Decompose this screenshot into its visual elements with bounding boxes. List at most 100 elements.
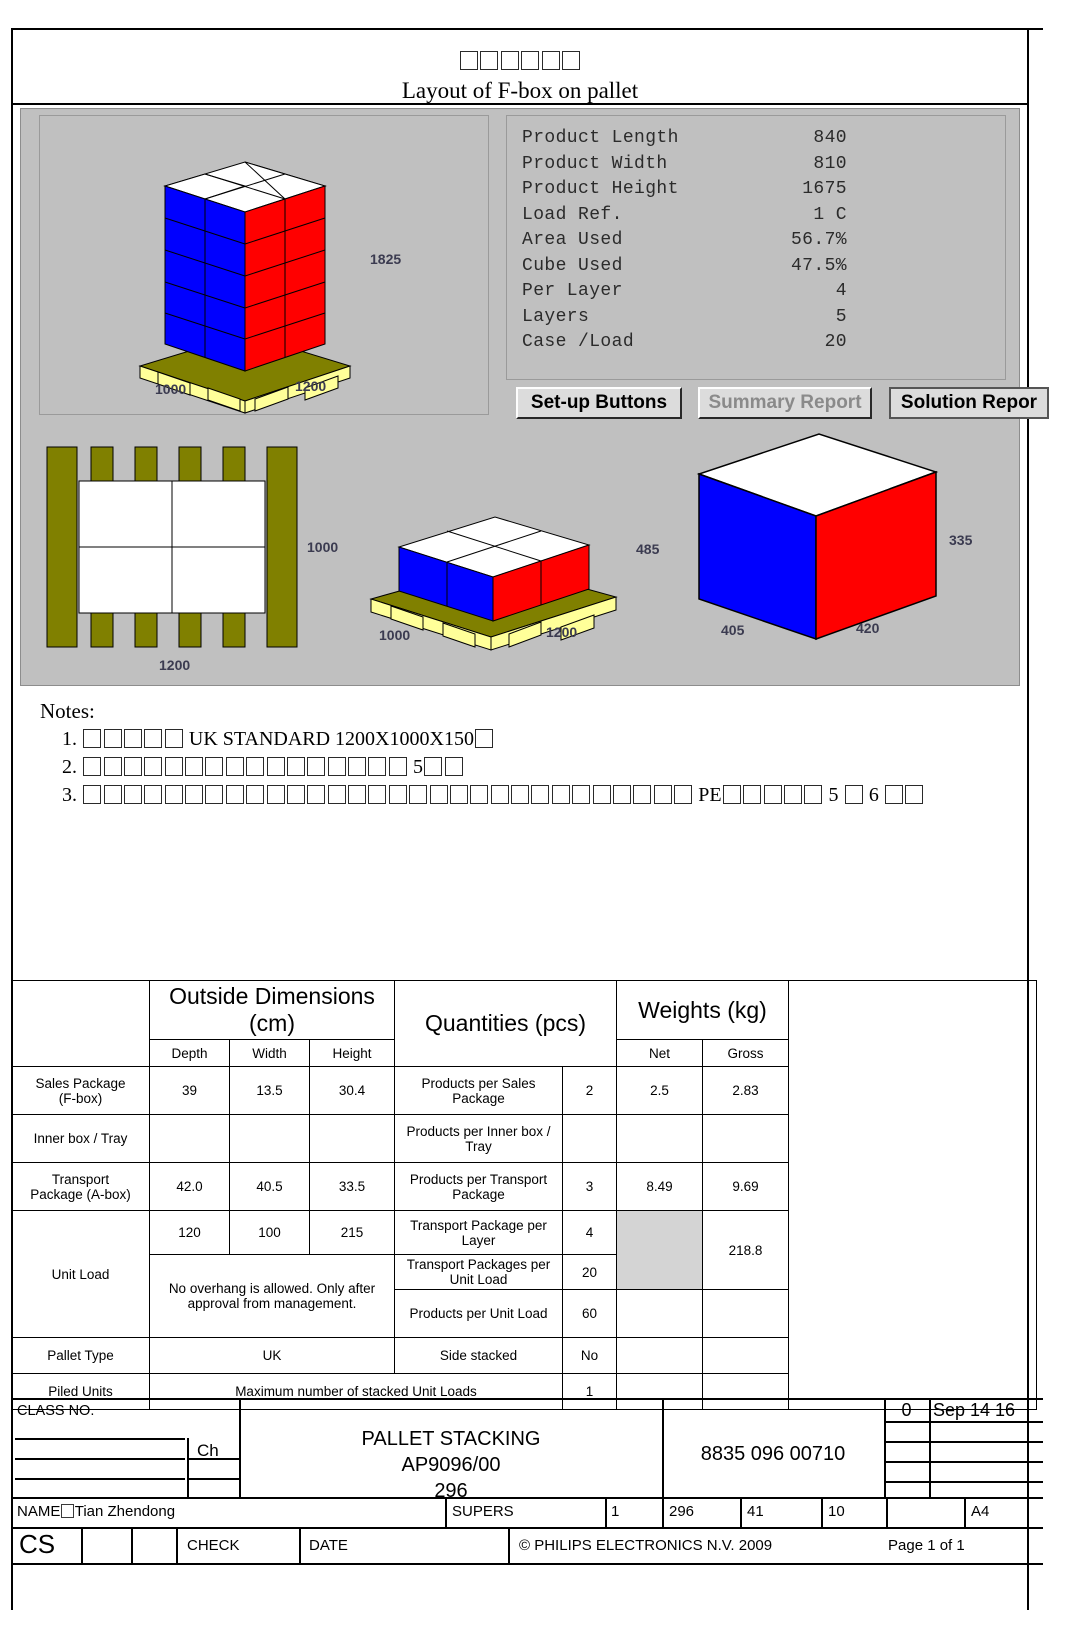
cell-empty-net xyxy=(616,1289,703,1338)
header-weights: Weights (kg) xyxy=(616,980,789,1040)
tofu-glyph xyxy=(763,785,782,804)
tofu-glyph xyxy=(592,785,611,804)
bs1-vline-3 xyxy=(662,1497,664,1528)
notes-list: UK STANDARD 1200X1000X150 5 PE 5 6 xyxy=(40,726,1000,808)
notes-heading: Notes: xyxy=(40,699,95,723)
cell-depth xyxy=(149,1114,230,1163)
cell-depth: 39 xyxy=(149,1066,230,1115)
table-right-empty xyxy=(788,980,1037,1410)
name-label-group: NAME Tian Zhendong xyxy=(17,1503,175,1520)
info-row: Product Height 1675 xyxy=(522,177,999,203)
single-layer-3d-view: 485 1000 1200 xyxy=(351,479,671,659)
subheader-height: Height xyxy=(309,1039,395,1067)
cell-height: 30.4 xyxy=(309,1066,395,1115)
dim-stack-depth: 1000 xyxy=(155,381,187,397)
cell-pallet-type-value: UK xyxy=(149,1337,395,1374)
info-label: Product Width xyxy=(522,153,668,174)
cs-label: CS xyxy=(19,1529,56,1559)
row-label-pallet-type: Pallet Type xyxy=(11,1337,150,1374)
row-label-unit-load: Unit Load xyxy=(11,1210,150,1338)
tofu-glyph xyxy=(511,785,530,804)
tofu-glyph xyxy=(103,757,122,776)
bs2-vline-3 xyxy=(176,1528,178,1564)
tofu-glyph xyxy=(449,785,468,804)
table-header-row-groups: Outside Dimensions (cm) Quantities (pcs)… xyxy=(11,980,1037,1410)
tofu-glyph xyxy=(348,785,367,804)
tofu-glyph xyxy=(561,51,580,70)
info-row: Load Ref. 1 C xyxy=(522,203,999,229)
header-outside-dimensions: Outside Dimensions (cm) xyxy=(149,980,395,1040)
col-296-value: 296 xyxy=(669,1503,695,1520)
info-value: 47.5% xyxy=(790,255,847,276)
tofu-glyph xyxy=(444,757,463,776)
solution-report-button[interactable]: Solution Repor xyxy=(889,387,1049,419)
col-1-value: 1 xyxy=(611,1503,620,1520)
notes-section: Notes: UK STANDARD 1200X1000X150 5 PE 5 … xyxy=(40,698,1000,810)
pallet-stack-svg xyxy=(138,161,352,414)
cell-gross: 2.83 xyxy=(702,1066,789,1115)
title-block-row-check: CS CHECK DATE © PHILIPS ELECTRONICS N.V.… xyxy=(11,1528,1043,1565)
page-title: Layout of F-box on pallet xyxy=(401,78,639,103)
tb-vline-1b xyxy=(187,1438,189,1497)
cell-net: 2.5 xyxy=(616,1066,703,1115)
name-value: Tian Zhendong xyxy=(74,1503,176,1520)
bs1-vline-1 xyxy=(445,1497,447,1528)
info-value: 810 xyxy=(813,153,847,174)
tofu-glyph xyxy=(368,785,387,804)
info-label: Layers xyxy=(522,306,590,327)
product-info-list: Product Length 840 Product Width 810 Product… xyxy=(522,126,999,356)
drawing-page: Layout of F-box on pallet 1825 1000 1200… xyxy=(0,0,1078,1630)
tofu-glyph xyxy=(541,51,560,70)
cell-height xyxy=(309,1114,395,1163)
info-label: Product Length xyxy=(522,128,679,148)
tofu-glyph xyxy=(572,785,591,804)
tofu-glyph xyxy=(225,785,244,804)
part-number: 8835 096 00710 xyxy=(700,1443,846,1465)
info-value: 1675 xyxy=(802,179,847,199)
dim-layer-depth: 1000 xyxy=(379,627,411,643)
tofu-glyph xyxy=(103,729,122,748)
single-box-3d-view: 335 405 420 xyxy=(681,424,1011,654)
tofu-glyph xyxy=(144,757,163,776)
supers-label: SUPERS xyxy=(452,1503,514,1520)
tofu-glyph xyxy=(144,785,163,804)
tofu-glyph xyxy=(490,785,509,804)
cell-empty-gross xyxy=(702,1337,789,1374)
tofu-glyph xyxy=(429,785,448,804)
tofu-glyph xyxy=(480,51,499,70)
tofu-glyph xyxy=(144,729,163,748)
bs1-vline-2 xyxy=(605,1497,607,1528)
drawing-code: AP9096/00 xyxy=(401,1454,501,1476)
revision-number: 0 xyxy=(901,1400,912,1420)
cell-net xyxy=(616,1114,703,1163)
pallet-software-panel: 1825 1000 1200 Product Length 840 Product … xyxy=(20,108,1049,686)
info-value: 20 xyxy=(824,332,847,352)
tofu-glyph xyxy=(246,785,265,804)
copyright-notice: © PHILIPS ELECTRONICS N.V. 2009 xyxy=(519,1537,773,1554)
cell-ul-qty: 20 xyxy=(562,1254,617,1290)
setup-buttons-button[interactable]: Set-up Buttons xyxy=(516,387,682,419)
pallet-footprint-view: 1000 1200 xyxy=(39,439,339,682)
tofu-glyph xyxy=(844,785,863,804)
info-row: Layers 5 xyxy=(522,305,999,331)
tofu-glyph xyxy=(409,785,428,804)
bs1-vline-7 xyxy=(964,1497,966,1528)
tofu-glyph xyxy=(327,757,346,776)
tofu-glyph xyxy=(804,785,823,804)
tofu-glyph xyxy=(653,785,672,804)
dim-stack-height: 1825 xyxy=(370,251,402,267)
subheader-depth: Depth xyxy=(149,1039,230,1067)
subheader-net: Net xyxy=(616,1039,703,1067)
cell-gross xyxy=(702,1114,789,1163)
class-no-label: CLASS NO. xyxy=(17,1403,95,1419)
tofu-glyph xyxy=(83,785,102,804)
tofu-glyph xyxy=(286,757,305,776)
summary-report-button[interactable]: Summary Report xyxy=(698,387,872,419)
tofu-glyph xyxy=(783,785,802,804)
info-row: Per Layer 4 xyxy=(522,279,999,305)
tb-ch-underline-2 xyxy=(187,1478,239,1480)
check-label: CHECK xyxy=(187,1537,240,1554)
tb-rev-underline-3 xyxy=(884,1461,929,1463)
cell-overhang-note: No overhang is allowed. Only after appro… xyxy=(149,1254,395,1338)
cell-side-stacked-label: Side stacked xyxy=(394,1337,563,1374)
